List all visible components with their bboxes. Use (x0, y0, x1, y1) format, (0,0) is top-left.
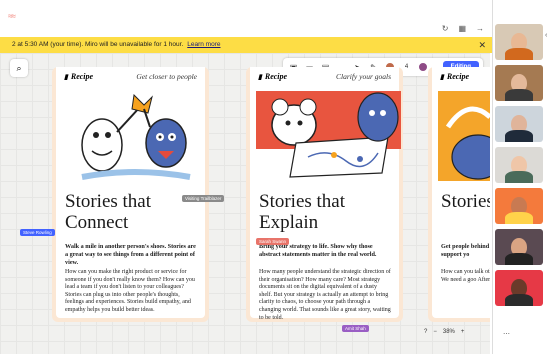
zoom-out-icon[interactable]: − (433, 329, 437, 335)
participant-tile[interactable] (495, 65, 543, 101)
participant-tile[interactable] (495, 24, 543, 60)
card-title: Stories that Explain (259, 191, 346, 233)
avatar[interactable] (418, 62, 428, 72)
arrow-right-icon[interactable]: → (476, 24, 484, 33)
search-icon[interactable]: ⌕ (10, 59, 28, 77)
card-panel: Recipe Clarify your goals Stories that E… (250, 67, 401, 321)
card-label: Recipe (440, 72, 469, 81)
more-icon[interactable]: ⋯ (503, 330, 510, 338)
card-title: Stories that Connect (65, 191, 152, 233)
card-header: Recipe Get closer to people (64, 72, 197, 82)
participant-tile[interactable] (495, 229, 543, 265)
zoom-in-icon[interactable]: + (461, 329, 465, 335)
participant-tile[interactable] (495, 147, 543, 183)
participant-tile[interactable] (495, 270, 543, 306)
participant-tile[interactable] (495, 188, 543, 224)
recipe-card-explain[interactable]: Recipe Clarify your goals Stories that E… (246, 67, 403, 322)
card-body: How can you make the right product or se… (65, 269, 195, 313)
illustration-motivate (438, 91, 490, 181)
card-tag: Clarify your goals (335, 72, 391, 81)
sidebar-collapse-icon[interactable]: ‹ (545, 32, 547, 39)
cursor-label-sarah: Sarah Swann (256, 238, 290, 245)
cursor-label-steve: Steve Rowling (20, 229, 55, 236)
cursor-label-visitor: Visiting Trailblazer (182, 195, 225, 202)
refresh-icon[interactable]: ↻ (442, 24, 449, 33)
card-lead: Bring your strategy to life. Show why th… (259, 243, 377, 258)
card-label: Recipe (258, 72, 287, 81)
participant-tile[interactable] (495, 106, 543, 142)
illustration-map-reading (256, 91, 401, 178)
card-lead: Walk a mile in another person's shoes. S… (65, 243, 196, 266)
card-label: Recipe (64, 72, 93, 81)
window-controls: ↻ ▦ → (442, 24, 484, 33)
illustration-high-five (81, 93, 191, 180)
card-header: Recipe (440, 72, 490, 82)
card-body: How can you talk other show us a plan; t… (441, 269, 490, 283)
board-canvas[interactable]: ⌕ ▣ ▭ ▤ ⌄ ➤ ✎ 4 Editing Recipe Get close… (0, 53, 490, 354)
card-title: Stories that Motiv (441, 191, 490, 212)
card-body: How many people understand the strategic… (259, 269, 391, 321)
zoom-controls: ? − 38% + (424, 325, 490, 339)
card-tag: Get closer to people (136, 72, 197, 81)
help-icon[interactable]: ? (424, 329, 427, 335)
video-sidebar: ‹ ⋯ (492, 0, 560, 354)
miro-logo-icon: ≈≈ (8, 11, 16, 21)
learn-more-link[interactable]: Learn more (187, 41, 220, 48)
zoom-level: 38% (442, 329, 455, 335)
participant-count: 4 (404, 64, 409, 70)
browser-top-bar: ≈≈ ↻ ▦ → (0, 0, 492, 36)
maintenance-banner: 2 at 5:30 AM (your time). Miro will be u… (0, 37, 492, 53)
banner-text: 2 at 5:30 AM (your time). Miro will be u… (12, 41, 184, 48)
card-panel: Recipe Stories that Motiv Get people beh… (432, 67, 490, 318)
grid-icon[interactable]: ▦ (458, 24, 466, 33)
recipe-card-motivate[interactable]: Recipe Stories that Motiv Get people beh… (428, 67, 490, 322)
card-panel: Recipe Get closer to people Storie (56, 67, 205, 318)
card-lead: Get people behind your ideas with faith … (441, 243, 490, 258)
app-window: ≈≈ ↻ ▦ → 2 at 5:30 AM (your time). Miro … (0, 0, 560, 354)
card-header: Recipe Clarify your goals (258, 72, 391, 82)
close-icon[interactable]: ✕ (478, 37, 486, 53)
cursor-label-amit: Amit Shah (342, 325, 369, 332)
